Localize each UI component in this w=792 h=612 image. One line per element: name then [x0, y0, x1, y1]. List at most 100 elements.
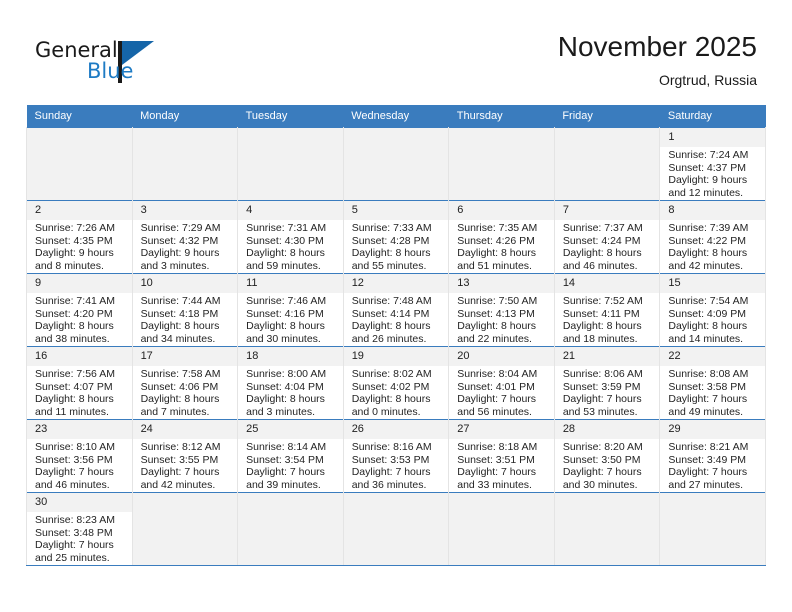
calendar-day-cell[interactable]: 24 Sunrise: 8:12 AM Sunset: 3:55 PM Dayligh…: [131, 419, 239, 493]
calendar-day-cell[interactable]: 5 Sunrise: 7:33 AM Sunset: 4:28 PM Daylight…: [342, 200, 450, 274]
calendar-cell-inner: [660, 493, 765, 565]
weekday-header-tuesday: Tuesday: [237, 105, 344, 128]
calendar-day-cell[interactable]: 12 Sunrise: 7:48 AM Sunset: 4:14 PM Dayligh…: [342, 273, 450, 347]
day-sun-info: Sunrise: 7:35 AM Sunset: 4:26 PM Daylight:…: [449, 220, 554, 272]
day-number: [27, 128, 132, 147]
sunset-text: Sunset: 4:24 PM: [562, 234, 641, 247]
calendar-week-row: 2 Sunrise: 7:26 AM Sunset: 4:35 PM Daylight…: [26, 200, 766, 274]
daylight-text-line2: and 33 minutes.: [457, 478, 532, 491]
calendar-day-cell[interactable]: 20 Sunrise: 8:04 AM Sunset: 4:01 PM Dayligh…: [448, 346, 555, 420]
daylight-text-line2: and 3 minutes.: [140, 259, 210, 272]
daylight-text-line1: Daylight: 8 hours: [140, 320, 220, 333]
calendar-cell-inner: 1 Sunrise: 7:24 AM Sunset: 4:37 PM Daylight…: [660, 128, 765, 200]
calendar-cell-inner: 27 Sunrise: 8:18 AM Sunset: 3:51 PM Dayligh…: [449, 420, 554, 492]
daylight-text-line1: Daylight: 8 hours: [351, 320, 431, 333]
calendar-day-cell[interactable]: 6 Sunrise: 7:35 AM Sunset: 4:26 PM Daylight…: [448, 200, 555, 274]
daylight-text-line2: and 14 minutes.: [668, 332, 744, 345]
calendar-day-cell[interactable]: 26 Sunrise: 8:16 AM Sunset: 3:53 PM Dayligh…: [342, 419, 450, 493]
daylight-text-line1: Daylight: 9 hours: [140, 247, 220, 260]
calendar-day-cell[interactable]: 30 Sunrise: 8:23 AM Sunset: 3:48 PM Dayligh…: [26, 492, 133, 566]
calendar-cell-empty: [553, 127, 661, 201]
day-number: 20: [449, 347, 554, 366]
daylight-text-line1: Daylight: 8 hours: [246, 320, 325, 333]
sunset-text: Sunset: 4:35 PM: [35, 234, 113, 247]
calendar-day-cell[interactable]: 25 Sunrise: 8:14 AM Sunset: 3:54 PM Dayligh…: [237, 419, 344, 493]
daylight-text-line2: and 42 minutes.: [140, 478, 216, 491]
daylight-text-line1: Daylight: 8 hours: [246, 393, 325, 406]
calendar-day-cell[interactable]: 15 Sunrise: 7:54 AM Sunset: 4:09 PM Dayligh…: [659, 273, 766, 347]
calendar-day-cell[interactable]: 7 Sunrise: 7:37 AM Sunset: 4:24 PM Daylight…: [553, 200, 661, 274]
daylight-text-line1: Daylight: 8 hours: [562, 247, 642, 260]
day-number: 8: [660, 201, 765, 220]
calendar-week-row: 23 Sunrise: 8:10 AM Sunset: 3:56 PM Dayligh…: [26, 419, 766, 493]
sunset-text: Sunset: 4:20 PM: [35, 307, 113, 320]
sunset-text: Sunset: 4:04 PM: [246, 380, 324, 393]
calendar-day-cell[interactable]: 13 Sunrise: 7:50 AM Sunset: 4:13 PM Dayligh…: [448, 273, 555, 347]
calendar-day-cell[interactable]: 27 Sunrise: 8:18 AM Sunset: 3:51 PM Dayligh…: [448, 419, 555, 493]
daylight-text-line1: Daylight: 8 hours: [246, 247, 325, 260]
day-sun-info: Sunrise: 8:20 AM Sunset: 3:50 PM Daylight:…: [555, 439, 660, 491]
calendar-cell-inner: 3 Sunrise: 7:29 AM Sunset: 4:32 PM Daylight…: [132, 201, 238, 273]
calendar-day-cell[interactable]: 8 Sunrise: 7:39 AM Sunset: 4:22 PM Daylight…: [659, 200, 766, 274]
daylight-text-line2: and 3 minutes.: [246, 405, 316, 418]
day-number: 19: [343, 347, 449, 366]
calendar-day-cell[interactable]: 18 Sunrise: 8:00 AM Sunset: 4:04 PM Dayligh…: [237, 346, 344, 420]
calendar-day-cell[interactable]: 3 Sunrise: 7:29 AM Sunset: 4:32 PM Daylight…: [131, 200, 239, 274]
day-number: 11: [238, 274, 343, 293]
calendar-cell-inner: 14 Sunrise: 7:52 AM Sunset: 4:11 PM Dayligh…: [554, 274, 660, 346]
calendar-day-cell[interactable]: 19 Sunrise: 8:02 AM Sunset: 4:02 PM Dayligh…: [342, 346, 450, 420]
day-sun-info: Sunrise: 7:52 AM Sunset: 4:11 PM Daylight:…: [555, 293, 660, 345]
sunset-text: Sunset: 3:53 PM: [351, 453, 430, 466]
day-sun-info: Sunrise: 8:14 AM Sunset: 3:54 PM Daylight:…: [238, 439, 343, 491]
sunset-text: Sunset: 4:07 PM: [35, 380, 113, 393]
day-number: [554, 493, 660, 512]
calendar-cell-empty: [448, 492, 555, 566]
day-sun-info: Sunrise: 8:08 AM Sunset: 3:58 PM Daylight:…: [660, 366, 765, 418]
page-subtitle-location: Orgtrud, Russia: [658, 72, 757, 88]
sunrise-text: Sunrise: 7:48 AM: [351, 295, 432, 307]
general-blue-logo[interactable]: General Blue: [35, 38, 185, 90]
calendar-day-cell[interactable]: 28 Sunrise: 8:20 AM Sunset: 3:50 PM Dayligh…: [553, 419, 661, 493]
calendar-day-cell[interactable]: 29 Sunrise: 8:21 AM Sunset: 3:49 PM Dayligh…: [659, 419, 766, 493]
calendar-cell-inner: 10 Sunrise: 7:44 AM Sunset: 4:18 PM Dayligh…: [132, 274, 238, 346]
sunrise-text: Sunrise: 8:04 AM: [457, 368, 538, 380]
calendar-week-row: 9 Sunrise: 7:41 AM Sunset: 4:20 PM Daylight…: [26, 273, 766, 347]
calendar-cell-empty: [237, 127, 344, 201]
calendar-day-cell[interactable]: 14 Sunrise: 7:52 AM Sunset: 4:11 PM Dayligh…: [553, 273, 661, 347]
daylight-text-line1: Daylight: 7 hours: [351, 466, 431, 479]
calendar-cell-empty: [342, 492, 450, 566]
calendar-cell-inner: 7 Sunrise: 7:37 AM Sunset: 4:24 PM Daylight…: [554, 201, 660, 273]
weekday-header-saturday: Saturday: [659, 105, 766, 128]
daylight-text-line2: and 55 minutes.: [351, 259, 427, 272]
day-sun-info: Sunrise: 8:04 AM Sunset: 4:01 PM Daylight:…: [449, 366, 554, 418]
daylight-text-line1: Daylight: 8 hours: [457, 320, 537, 333]
daylight-text-line2: and 59 minutes.: [246, 259, 321, 272]
calendar-day-cell[interactable]: 22 Sunrise: 8:08 AM Sunset: 3:58 PM Dayligh…: [659, 346, 766, 420]
sunset-text: Sunset: 4:09 PM: [668, 307, 747, 320]
calendar-cell-inner: 9 Sunrise: 7:41 AM Sunset: 4:20 PM Daylight…: [27, 274, 132, 346]
calendar-day-cell[interactable]: 2 Sunrise: 7:26 AM Sunset: 4:35 PM Daylight…: [26, 200, 133, 274]
calendar-week-row: 30 Sunrise: 8:23 AM Sunset: 3:48 PM Dayligh…: [26, 492, 766, 566]
daylight-text-line2: and 51 minutes.: [457, 259, 532, 272]
sunset-text: Sunset: 4:11 PM: [562, 307, 640, 320]
sunrise-text: Sunrise: 8:12 AM: [140, 441, 221, 453]
day-number: 25: [238, 420, 343, 439]
calendar-day-cell[interactable]: 21 Sunrise: 8:06 AM Sunset: 3:59 PM Dayligh…: [553, 346, 661, 420]
calendar-day-cell[interactable]: 11 Sunrise: 7:46 AM Sunset: 4:16 PM Dayligh…: [237, 273, 344, 347]
sunrise-text: Sunrise: 7:29 AM: [140, 222, 221, 234]
calendar-day-cell[interactable]: 16 Sunrise: 7:56 AM Sunset: 4:07 PM Dayligh…: [26, 346, 133, 420]
calendar-week-row: 1 Sunrise: 7:24 AM Sunset: 4:37 PM Daylight…: [26, 127, 766, 201]
daylight-text-line1: Daylight: 7 hours: [562, 393, 642, 406]
calendar-day-cell[interactable]: 17 Sunrise: 7:58 AM Sunset: 4:06 PM Dayligh…: [131, 346, 239, 420]
calendar-day-cell[interactable]: 1 Sunrise: 7:24 AM Sunset: 4:37 PM Daylight…: [659, 127, 766, 201]
calendar-day-cell[interactable]: 23 Sunrise: 8:10 AM Sunset: 3:56 PM Dayligh…: [26, 419, 133, 493]
day-sun-info: Sunrise: 8:00 AM Sunset: 4:04 PM Daylight:…: [238, 366, 343, 418]
day-number: 22: [660, 347, 765, 366]
calendar-cell-inner: 4 Sunrise: 7:31 AM Sunset: 4:30 PM Daylight…: [238, 201, 343, 273]
sunset-text: Sunset: 3:48 PM: [35, 526, 113, 539]
calendar-day-cell[interactable]: 4 Sunrise: 7:31 AM Sunset: 4:30 PM Daylight…: [237, 200, 344, 274]
calendar-day-cell[interactable]: 10 Sunrise: 7:44 AM Sunset: 4:18 PM Dayligh…: [131, 273, 239, 347]
calendar-day-cell[interactable]: 9 Sunrise: 7:41 AM Sunset: 4:20 PM Daylight…: [26, 273, 133, 347]
daylight-text-line1: Daylight: 8 hours: [668, 320, 748, 333]
daylight-text-line2: and 18 minutes.: [562, 332, 638, 345]
